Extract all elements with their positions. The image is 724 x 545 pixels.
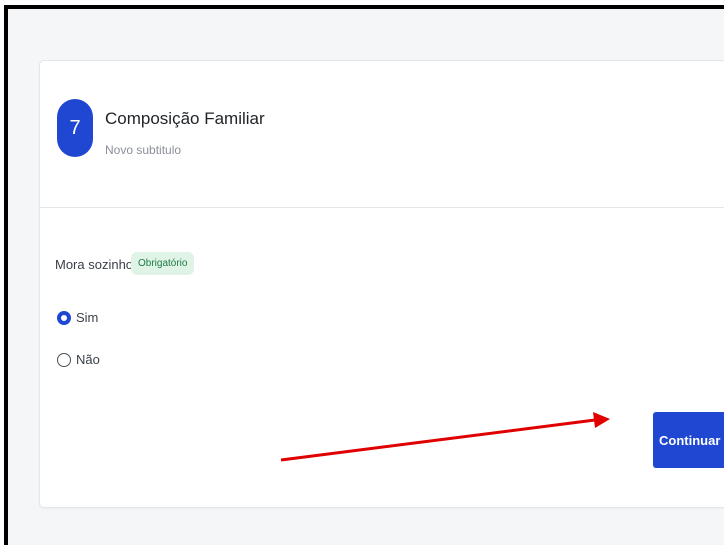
section-title: Composição Familiar [105,109,265,128]
radio-option-nao[interactable]: Não [57,352,100,367]
required-badge: Obrigatório [131,252,195,275]
radio-option-sim[interactable]: Sim [57,310,98,325]
radio-label-nao: Não [76,352,100,367]
radio-selected-icon[interactable] [57,310,71,325]
step-number-badge: 7 [57,99,93,157]
form-card: 7 Composição Familiar Novo subtitulo Mor… [39,60,724,508]
radio-unselected-icon[interactable] [57,352,71,367]
screenshot-frame: 7 Composição Familiar Novo subtitulo Mor… [4,5,724,545]
question-label: Mora sozinho? [55,257,141,272]
radio-label-sim: Sim [76,310,99,325]
continue-button[interactable]: Continuar [653,412,724,468]
section-subtitle: Novo subtitulo [105,143,182,157]
card-header: 7 Composição Familiar Novo subtitulo [40,61,724,208]
